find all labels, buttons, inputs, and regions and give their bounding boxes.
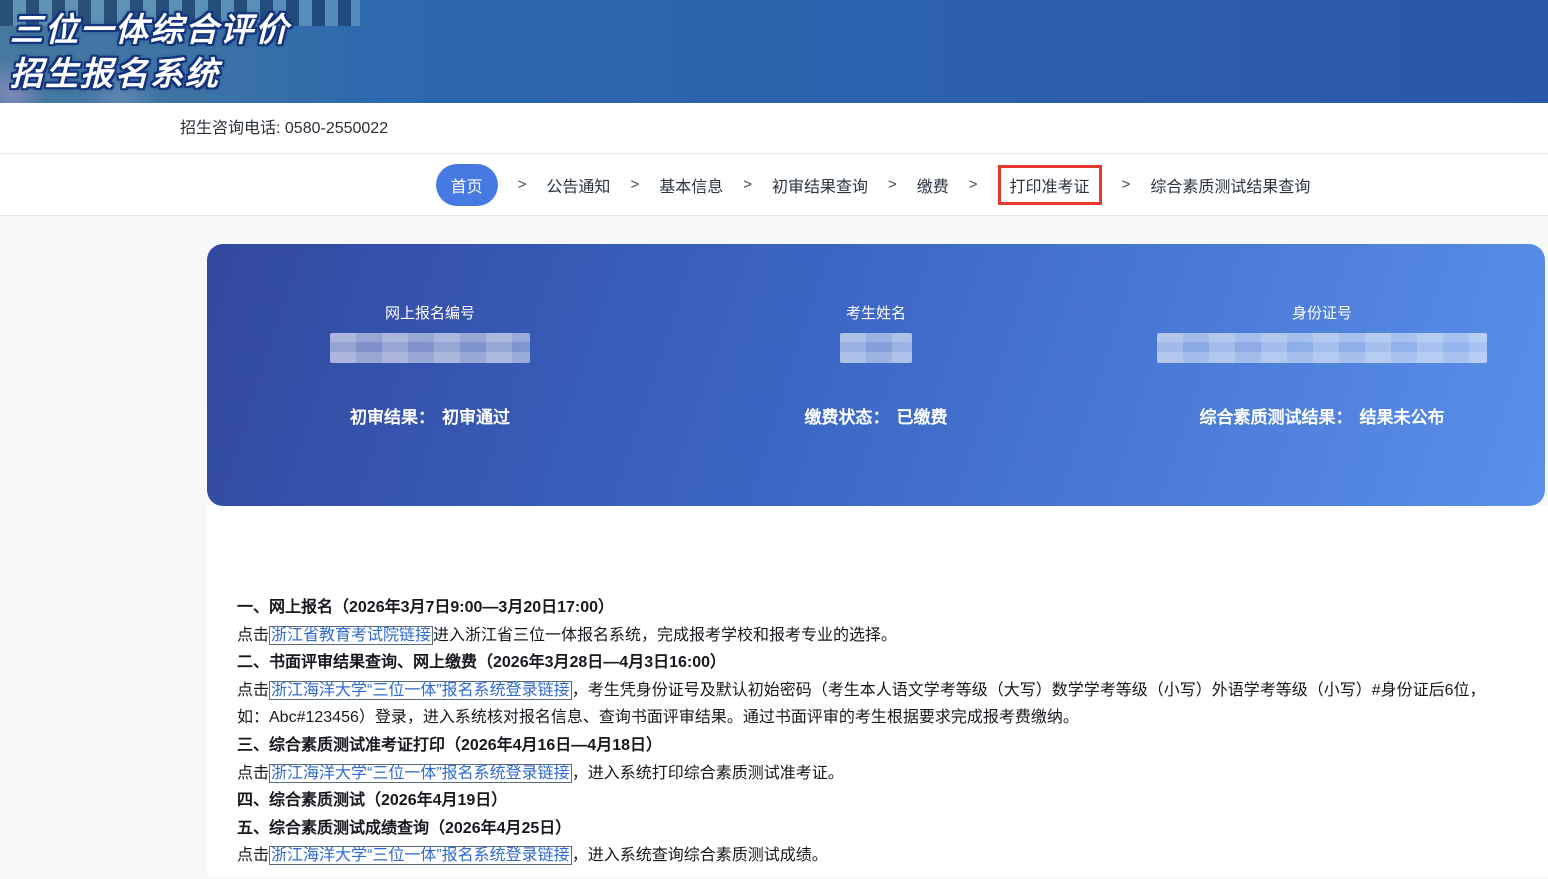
quality-test-status-label: 综合素质测试结果： xyxy=(1200,408,1353,427)
card-col-name: 考生姓名 缴费状态： 已缴费 xyxy=(653,244,1099,506)
instructions-panel: 一、网上报名（2026年3月7日9:00—3月20日17:00） 点击浙江省教育… xyxy=(207,506,1548,877)
nav-item-basic-info[interactable]: 基本信息 xyxy=(659,173,723,197)
nav-item-test-result-query[interactable]: 综合素质测试结果查询 xyxy=(1150,173,1310,197)
nav-item-announcements[interactable]: 公告通知 xyxy=(546,173,610,197)
id-number-redacted-value xyxy=(1157,333,1487,363)
candidate-name-label: 考生姓名 xyxy=(846,302,906,323)
instructions-text: 一、网上报名（2026年3月7日9:00—3月20日17:00） 点击浙江省教育… xyxy=(207,506,1548,870)
nav-item-payment[interactable]: 缴费 xyxy=(917,173,949,197)
section-3-prefix: 点击 xyxy=(237,765,269,782)
section-2-paragraph: 点击浙江海洋大学“三位一体”报名系统登录链接，考生凭身份证号及默认初始密码（考生… xyxy=(237,677,1506,732)
section-4-heading: 四、综合素质测试（2026年4月19日） xyxy=(237,787,1506,815)
app-title-line1: 三位一体综合评价 xyxy=(10,8,290,52)
section-5-paragraph: 点击浙江海洋大学“三位一体”报名系统登录链接，进入系统查询综合素质测试成绩。 xyxy=(237,842,1506,870)
section-1-paragraph: 点击浙江省教育考试院链接进入浙江省三位一体报名系统，完成报考学校和报考专业的选择… xyxy=(237,622,1506,650)
chevron-right-icon: > xyxy=(743,176,752,193)
admission-phone: 招生咨询电话: 0580-2550022 xyxy=(180,120,388,137)
section-2-prefix: 点击 xyxy=(237,682,269,699)
chevron-right-icon: > xyxy=(1122,176,1131,193)
applicant-summary-card: 网上报名编号 初审结果： 初审通过 考生姓名 缴费状态： 已缴费 身份证号 综合素质… xyxy=(207,244,1545,506)
initial-review-status-value: 初审通过 xyxy=(442,408,510,427)
section-3-suffix: ，进入系统打印综合素质测试准考证。 xyxy=(572,765,844,782)
chevron-right-icon: > xyxy=(969,176,978,193)
zjou-system-login-link[interactable]: 浙江海洋大学“三位一体”报名系统登录链接 xyxy=(269,846,572,865)
section-2-heading: 二、书面评审结果查询、网上缴费（2026年3月28日—4月3日16:00） xyxy=(237,649,1506,677)
main-content: 网上报名编号 初审结果： 初审通过 考生姓名 缴费状态： 已缴费 身份证号 综合素质… xyxy=(0,216,1548,877)
section-1-heading: 一、网上报名（2026年3月7日9:00—3月20日17:00） xyxy=(237,594,1506,622)
payment-status-label: 缴费状态： xyxy=(805,408,890,427)
section-3-paragraph: 点击浙江海洋大学“三位一体”报名系统登录链接，进入系统打印综合素质测试准考证。 xyxy=(237,760,1506,788)
candidate-name-redacted-value xyxy=(840,333,912,363)
phone-bar: 招生咨询电话: 0580-2550022 xyxy=(0,103,1548,154)
chevron-right-icon: > xyxy=(518,176,527,193)
card-col-registration: 网上报名编号 初审结果： 初审通过 xyxy=(207,244,653,506)
chevron-right-icon: > xyxy=(888,176,897,193)
payment-status-value: 已缴费 xyxy=(897,408,948,427)
zjou-system-login-link[interactable]: 浙江海洋大学“三位一体”报名系统登录链接 xyxy=(269,764,572,783)
zjzs-exam-authority-link[interactable]: 浙江省教育考试院链接 xyxy=(269,626,433,645)
section-1-prefix: 点击 xyxy=(237,627,269,644)
app-title-line2: 招生报名系统 xyxy=(10,52,290,96)
nav-item-initial-review-result[interactable]: 初审结果查询 xyxy=(772,173,868,197)
zjou-system-login-link[interactable]: 浙江海洋大学“三位一体”报名系统登录链接 xyxy=(269,681,572,700)
payment-status: 缴费状态： 已缴费 xyxy=(805,403,948,428)
id-number-label: 身份证号 xyxy=(1292,302,1352,323)
section-3-heading: 三、综合素质测试准考证打印（2026年4月16日—4月18日） xyxy=(237,732,1506,760)
registration-number-redacted-value xyxy=(330,333,530,363)
section-5-prefix: 点击 xyxy=(237,847,269,864)
nav-item-home[interactable]: 首页 xyxy=(436,164,498,206)
quality-test-status: 综合素质测试结果： 结果未公布 xyxy=(1200,403,1445,428)
section-5-suffix: ，进入系统查询综合素质测试成绩。 xyxy=(572,847,828,864)
app-title: 三位一体综合评价 招生报名系统 xyxy=(10,8,290,96)
quality-test-status-value: 结果未公布 xyxy=(1360,408,1445,427)
section-5-heading: 五、综合素质测试成绩查询（2026年4月25日） xyxy=(237,815,1506,843)
nav-item-print-admission-ticket[interactable]: 打印准考证 xyxy=(998,165,1102,205)
card-col-id-number: 身份证号 综合素质测试结果： 结果未公布 xyxy=(1099,244,1545,506)
section-1-suffix: 进入浙江省三位一体报名系统，完成报考学校和报考专业的选择。 xyxy=(433,627,897,644)
step-nav: 首页 > 公告通知 > 基本信息 > 初审结果查询 > 缴费 > 打印准考证 >… xyxy=(0,154,1548,216)
app-banner: 三位一体综合评价 招生报名系统 xyxy=(0,0,1548,103)
chevron-right-icon: > xyxy=(630,176,639,193)
initial-review-status-label: 初审结果： xyxy=(350,408,435,427)
registration-number-label: 网上报名编号 xyxy=(385,302,475,323)
initial-review-status: 初审结果： 初审通过 xyxy=(350,403,510,428)
